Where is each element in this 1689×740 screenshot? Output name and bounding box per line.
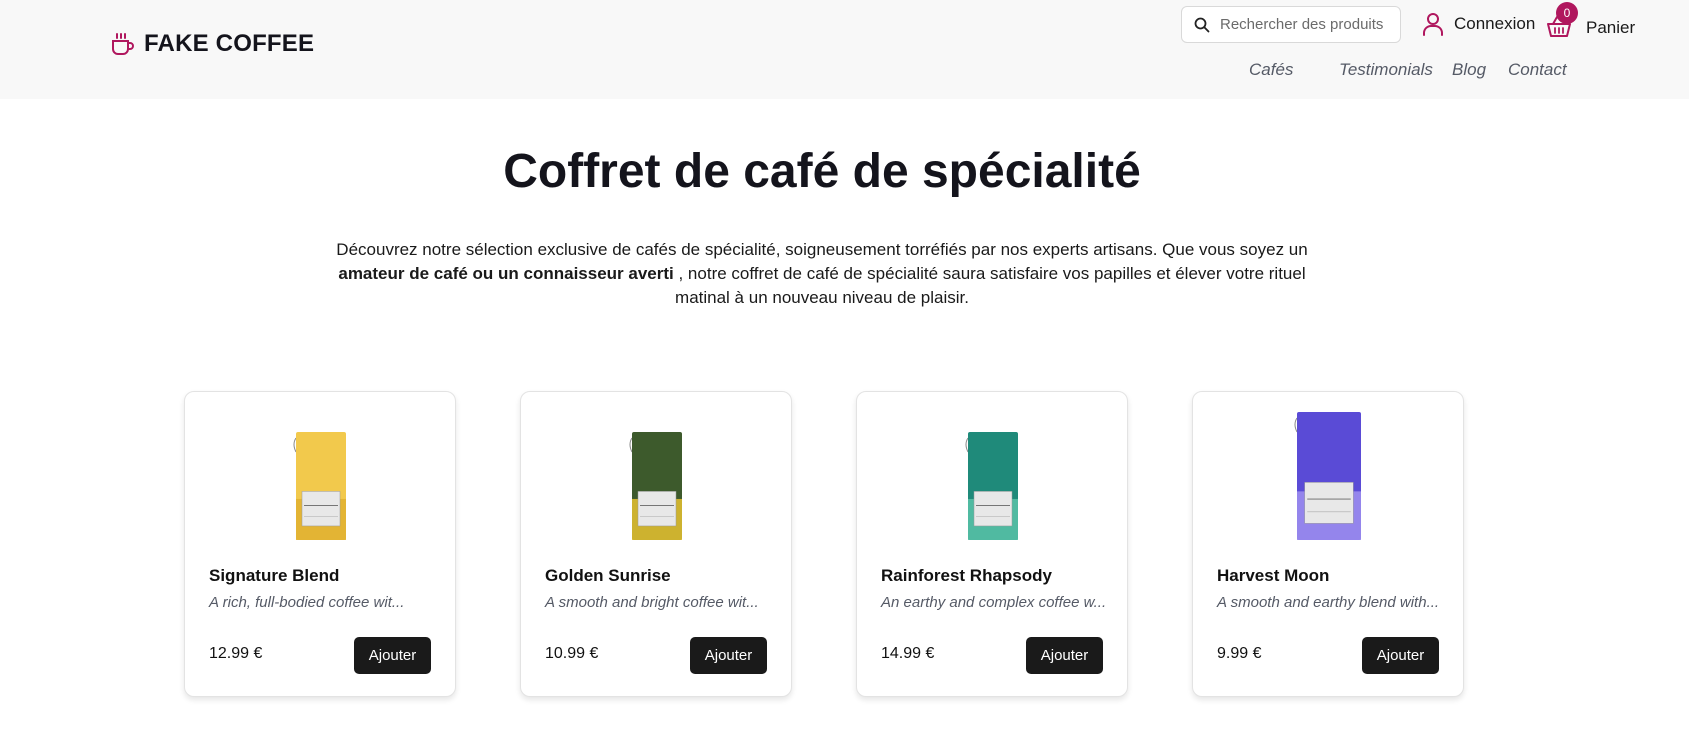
product-card[interactable]: Golden Sunrise A smooth and bright coffe… — [520, 391, 792, 697]
add-to-cart-button[interactable]: Ajouter — [1362, 637, 1439, 674]
desc-text-bold: amateur de café ou un connaisseur averti — [338, 264, 674, 283]
brand-name: FAKE COFFEE — [144, 30, 315, 57]
product-description: A smooth and earthy blend with... — [1217, 594, 1440, 611]
nav-item-contact[interactable]: Contact — [1508, 60, 1567, 80]
product-name: Signature Blend — [209, 566, 340, 585]
product-description: A rich, full-bodied coffee wit... — [209, 594, 405, 611]
cart-label: Panier — [1586, 18, 1636, 37]
coffee-bag-icon — [965, 432, 1018, 540]
product-card[interactable]: Signature Blend A rich, full-bodied coff… — [184, 391, 456, 697]
search-icon — [1194, 17, 1210, 32]
product-price: 14.99 € — [881, 645, 935, 662]
login-button[interactable]: Connexion — [1422, 12, 1535, 36]
product-image — [185, 412, 457, 542]
coffee-bag-icon — [629, 432, 682, 540]
site-header: FAKE COFFEE Connexion 0 Panier Cafés Tes… — [0, 0, 1689, 99]
product-description: An earthy and complex coffee w... — [881, 594, 1107, 611]
product-image — [857, 412, 1129, 542]
desc-text-1: Découvrez notre sélection exclusive de c… — [336, 240, 1308, 259]
user-icon — [1423, 13, 1443, 36]
coffee-cup-icon — [112, 33, 134, 55]
page-title: Coffret de café de spécialité — [503, 145, 1141, 198]
add-to-cart-button[interactable]: Ajouter — [690, 637, 767, 674]
product-card[interactable]: Harvest Moon A smooth and earthy blend w… — [1192, 391, 1464, 697]
search-box — [1181, 6, 1401, 43]
coffee-bag-icon — [1294, 412, 1361, 540]
cart-button[interactable]: 0 Panier — [1546, 2, 1636, 40]
product-description: A smooth and bright coffee wit... — [545, 594, 759, 611]
product-image — [521, 412, 793, 542]
desc-text-2: , notre coffret de café de spécialité sa… — [673, 264, 1306, 307]
nav-item-blog[interactable]: Blog — [1452, 60, 1486, 80]
add-to-cart-button[interactable]: Ajouter — [354, 637, 431, 674]
nav-item-testimonials[interactable]: Testimonials — [1339, 60, 1433, 80]
cart-icon-wrap: 0 — [1546, 2, 1578, 40]
login-label: Connexion — [1454, 14, 1536, 33]
coffee-bag-icon — [293, 432, 346, 540]
product-name: Golden Sunrise — [545, 566, 671, 585]
add-to-cart-button[interactable]: Ajouter — [1026, 637, 1103, 674]
product-name: Harvest Moon — [1217, 566, 1330, 585]
product-price: 9.99 € — [1217, 645, 1262, 662]
product-card[interactable]: Rainforest Rhapsody An earthy and comple… — [856, 391, 1128, 697]
product-name: Rainforest Rhapsody — [881, 566, 1052, 585]
product-image — [1193, 412, 1465, 542]
product-price: 12.99 € — [209, 645, 263, 662]
cart-count-badge: 0 — [1556, 2, 1578, 24]
product-price: 10.99 € — [545, 645, 599, 662]
nav-item-cafes[interactable]: Cafés — [1249, 60, 1293, 80]
search-input[interactable] — [1220, 16, 1390, 33]
logo[interactable]: FAKE COFFEE — [110, 30, 314, 58]
page-description: Découvrez notre sélection exclusive de c… — [314, 238, 1330, 310]
